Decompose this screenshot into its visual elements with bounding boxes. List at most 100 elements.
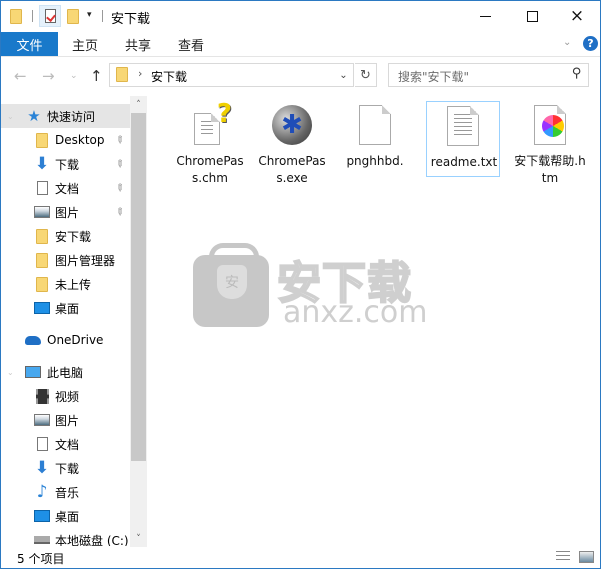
picture-icon <box>34 204 50 220</box>
address-bar[interactable]: › 安下载 <box>109 63 354 87</box>
file-item[interactable]: ? ChromePass.chm <box>173 99 247 185</box>
new-folder-button[interactable] <box>67 6 79 26</box>
pin-icon: ✎ <box>112 157 127 171</box>
navigation-pane: ⌄ ★ 快速访问 Desktop ✎ ⬇ 下载 ✎ 文档 ✎ 图片 ✎ 安下载 <box>1 96 147 546</box>
nav-pane-scrollbar[interactable]: ˄ ˅ <box>130 96 147 547</box>
status-bar: 5 个项目 <box>1 547 600 568</box>
watermark-en-text: anxz.com <box>283 295 428 330</box>
nav-item-downloads[interactable]: ⬇ 下载 ✎ <box>1 152 130 176</box>
watermark-logo: 安 安下载 anxz.com <box>193 243 428 330</box>
help-icon[interactable]: ? <box>583 36 598 51</box>
document-icon <box>34 436 50 452</box>
minimize-button[interactable] <box>462 1 508 31</box>
nav-item-this-pc[interactable]: ⌄ 此电脑 <box>1 360 130 384</box>
nav-item-label: 图片 <box>55 205 80 220</box>
explorer-window: ▾ 安下载 × 文件 主页 共享 查看 ⌄ ? ← → ⌄ ↑ › 安下载 ⌄ … <box>0 0 601 569</box>
nav-item-label: 图片管理器 <box>55 253 116 268</box>
scrollbar-thumb[interactable] <box>131 113 146 461</box>
search-icon[interactable]: ⚲ <box>572 66 582 81</box>
back-button[interactable]: ← <box>14 67 27 85</box>
tab-share[interactable]: 共享 <box>125 32 151 56</box>
maximize-button[interactable] <box>509 1 555 31</box>
collapse-chevron-icon[interactable]: ⌄ <box>7 368 14 377</box>
music-icon: ♪ <box>36 482 48 502</box>
ribbon-tabs: 文件 主页 共享 查看 ⌄ ? <box>1 31 600 57</box>
nav-item-label: 桌面 <box>55 509 80 524</box>
download-icon: ⬇ <box>34 154 50 174</box>
nav-item-onedrive[interactable]: OneDrive <box>1 328 130 352</box>
nav-item-picture-manager[interactable]: 图片管理器 <box>1 248 130 272</box>
address-dropdown-button[interactable]: ⌄ <box>334 63 354 87</box>
item-count: 5 个项目 <box>17 552 65 566</box>
nav-item-label: 视频 <box>55 389 80 404</box>
breadcrumb-item[interactable]: 安下载 <box>151 68 187 85</box>
nav-item-pc-downloads[interactable]: ⬇ 下载 <box>1 456 130 480</box>
details-view-button[interactable] <box>556 551 570 563</box>
up-button[interactable]: ↑ <box>90 67 103 85</box>
download-icon: ⬇ <box>34 458 50 478</box>
nav-item-label: 文档 <box>55 181 80 196</box>
refresh-button[interactable]: ↻ <box>355 63 377 87</box>
pin-icon: ✎ <box>112 181 127 195</box>
properties-icon <box>44 9 56 23</box>
expand-ribbon-icon[interactable]: ⌄ <box>563 37 571 48</box>
forward-button[interactable]: → <box>42 67 55 85</box>
nav-item-documents[interactable]: 文档 ✎ <box>1 176 130 200</box>
tab-home[interactable]: 主页 <box>72 32 98 56</box>
star-icon: ★ <box>27 107 41 125</box>
toolbar-separator <box>32 10 33 22</box>
file-item[interactable]: ✱ ChromePass.exe <box>255 101 329 185</box>
desktop-icon <box>34 300 50 316</box>
nav-item-desktop-cn[interactable]: 桌面 <box>1 296 130 320</box>
nav-item-pc-documents[interactable]: 文档 <box>1 432 130 456</box>
scroll-up-button[interactable]: ˄ <box>130 96 147 113</box>
document-icon <box>34 180 50 196</box>
file-name: ChromePass.exe <box>258 154 326 185</box>
file-item[interactable]: 安下载帮助.htm <box>513 101 587 185</box>
nav-item-pc-desktop[interactable]: 桌面 <box>1 504 130 528</box>
nav-item-videos[interactable]: 视频 <box>1 384 130 408</box>
nav-item-desktop[interactable]: Desktop ✎ <box>1 128 130 152</box>
nav-item-quick-access[interactable]: ⌄ ★ 快速访问 <box>1 104 130 128</box>
minimize-icon <box>479 15 491 17</box>
nav-item-local-disk-c[interactable]: 本地磁盘 (C:) <box>1 528 130 546</box>
search-input[interactable]: 搜索"安下载" <box>398 68 469 85</box>
nav-item-label: 快速访问 <box>47 109 96 124</box>
title-bar: ▾ 安下载 × <box>1 1 600 31</box>
large-icons-view-button[interactable] <box>579 551 594 563</box>
search-box[interactable]: 搜索"安下载" ⚲ <box>388 63 589 87</box>
navigation-bar: ← → ⌄ ↑ › 安下载 ⌄ ↻ 搜索"安下载" ⚲ <box>1 59 600 93</box>
window-title: 安下载 <box>111 12 151 27</box>
nav-item-label: 未上传 <box>55 277 92 292</box>
file-item[interactable]: pnghhbd. <box>338 101 412 177</box>
file-name: pnghhbd. <box>346 154 404 168</box>
folder-icon <box>34 228 50 244</box>
shield-icon: 安 <box>217 265 247 299</box>
nav-item-pictures[interactable]: 图片 ✎ <box>1 200 130 224</box>
breadcrumb-chevron-icon[interactable]: › <box>138 67 142 80</box>
customize-toolbar-dropdown[interactable]: ▾ <box>87 10 92 20</box>
folder-icon[interactable] <box>10 6 22 26</box>
collapse-chevron-icon[interactable]: ⌄ <box>7 112 14 121</box>
recent-locations-dropdown[interactable]: ⌄ <box>70 71 78 81</box>
tab-file[interactable]: 文件 <box>1 32 58 56</box>
nav-item-music[interactable]: ♪ 音乐 <box>1 480 130 504</box>
file-item-selected[interactable]: readme.txt <box>426 101 500 177</box>
exe-app-icon: ✱ <box>272 105 312 145</box>
close-button[interactable]: × <box>554 1 600 31</box>
nav-item-label: 桌面 <box>55 301 80 316</box>
nav-item-label: 下载 <box>55 157 80 172</box>
nav-item-label: 安下载 <box>55 229 92 244</box>
nav-item-label: 此电脑 <box>47 365 84 380</box>
nav-item-pc-pictures[interactable]: 图片 <box>1 408 130 432</box>
pin-icon: ✎ <box>112 205 127 219</box>
computer-icon <box>25 364 41 380</box>
nav-item-not-uploaded[interactable]: 未上传 <box>1 272 130 296</box>
folder-icon <box>116 67 128 82</box>
tab-view[interactable]: 查看 <box>178 32 204 56</box>
scroll-down-button[interactable]: ˅ <box>130 530 147 547</box>
properties-button[interactable] <box>39 5 61 27</box>
nav-item-anxz-folder[interactable]: 安下载 <box>1 224 130 248</box>
drive-icon <box>34 532 50 546</box>
htm-file-icon <box>534 105 566 145</box>
